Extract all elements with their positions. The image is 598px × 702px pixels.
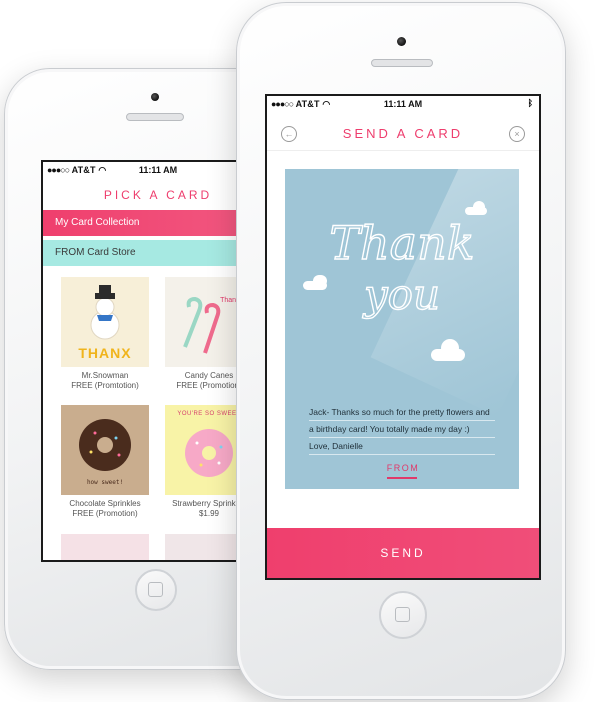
- header: ← SEND A CARD ×: [267, 116, 539, 151]
- front-camera: [151, 93, 159, 101]
- card-preview: Thank you Jack- Thanks so much for the p…: [285, 169, 519, 489]
- home-button[interactable]: [135, 569, 177, 611]
- earpiece-speaker: [126, 113, 184, 121]
- close-icon[interactable]: ×: [509, 126, 525, 142]
- send-button[interactable]: SEND: [267, 528, 539, 578]
- tab-label: My Card Collection: [55, 217, 140, 228]
- send-card-screen: ●●●○○ AT&T ◠ 11:11 AM ᛒ ← SEND A CARD × …: [265, 94, 541, 580]
- page-title: SEND A CARD: [342, 126, 464, 141]
- card-item-mr-snowman[interactable]: THANX Mr.Snowman FREE (Promtotion): [61, 277, 149, 391]
- message-line[interactable]: Jack- Thanks so much for the pretty flow…: [309, 407, 495, 421]
- bluetooth-icon: ᛒ: [527, 98, 533, 108]
- card-art-text: THANX: [78, 345, 132, 361]
- earpiece-speaker: [371, 59, 433, 67]
- tab-label: FROM Card Store: [55, 247, 136, 258]
- status-time: 11:11 AM: [383, 99, 423, 109]
- front-camera: [397, 37, 406, 46]
- from-underline: [387, 477, 417, 479]
- card-item-partial[interactable]: [61, 534, 149, 560]
- cloud-decoration: [473, 201, 485, 213]
- card-price: FREE (Promtotion): [71, 381, 139, 390]
- message-line[interactable]: Love, Danielle: [309, 441, 495, 455]
- card-headline-thank: Thank: [329, 216, 474, 270]
- card-thumbnail: how sweet!: [61, 405, 149, 495]
- message-line[interactable]: a birthday card! You totally made my day…: [309, 424, 495, 438]
- card-name: Mr.Snowman: [81, 371, 129, 380]
- home-button[interactable]: [379, 591, 427, 639]
- status-bar: ●●●○○ AT&T ◠ 11:11 AM ᛒ: [267, 96, 539, 112]
- card-item-chocolate-sprinkles[interactable]: how sweet! Chocolate Sprinkles FREE (Pro…: [61, 405, 149, 519]
- card-headline-you: you: [362, 270, 440, 319]
- card-thumbnail: THANX: [61, 277, 149, 367]
- card-price: FREE (Promotion): [72, 509, 138, 518]
- card-name: Chocolate Sprinkles: [69, 499, 141, 508]
- cloud-decoration: [313, 275, 327, 287]
- from-field-label[interactable]: FROM: [267, 463, 539, 473]
- cloud-decoration: [441, 339, 459, 357]
- card-art-text: how sweet!: [86, 479, 124, 486]
